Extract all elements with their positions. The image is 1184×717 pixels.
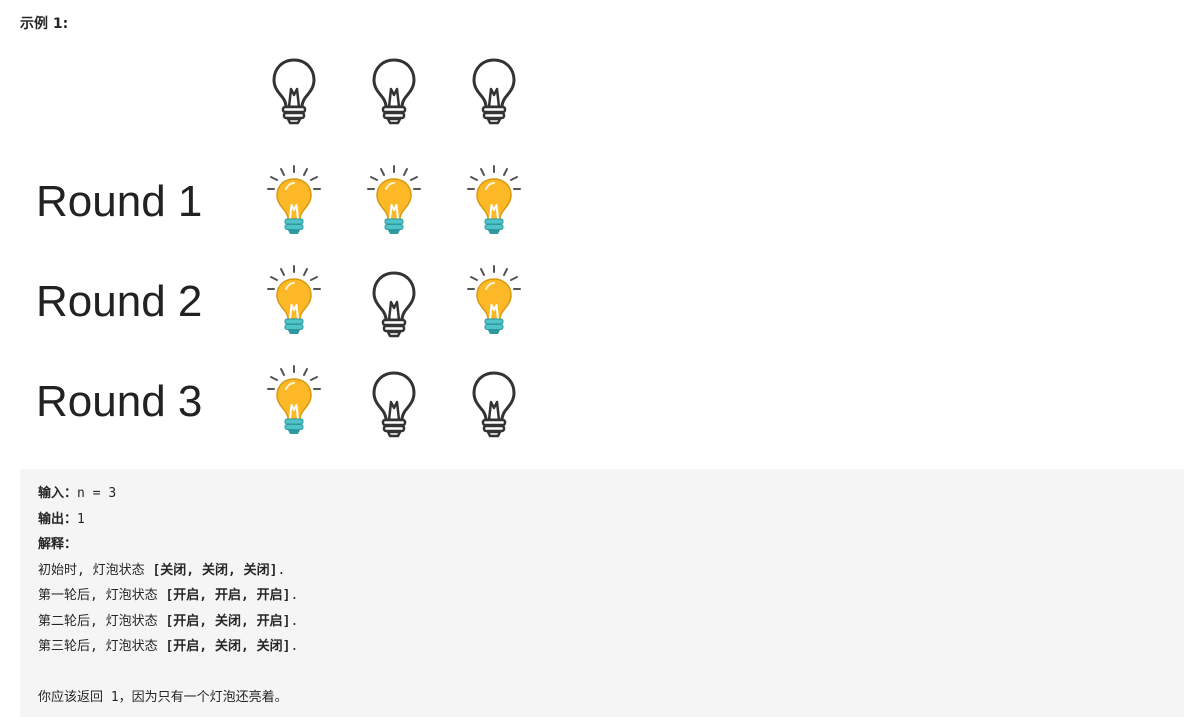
state-line-state: [关闭, 关闭, 关闭] (152, 562, 278, 578)
state-line-suffix: . (290, 613, 299, 629)
state-line-prefix: 第一轮后, 灯泡状态 (38, 588, 166, 603)
state-line-state: [开启, 关闭, 开启] (165, 613, 291, 629)
conclusion-line: 你应该返回 1，因为只有一个灯泡还亮着。 (38, 690, 288, 705)
state-line-0: 初始时, 灯泡状态 [关闭, 关闭, 关闭]. (38, 558, 1166, 584)
lit-bulb-icon (267, 365, 321, 434)
unlit-bulb-icon (266, 52, 322, 128)
unlit-bulb-icon (472, 371, 516, 438)
state-line-state: [开启, 开启, 开启] (165, 588, 291, 603)
unlit-bulb-icon (466, 52, 522, 128)
example-code-block: 输入：n = 3 输出：1 解释： 初始时, 灯泡状态 [关闭, 关闭, 关闭]… (20, 469, 1184, 717)
explain-label: 解释： (38, 537, 78, 552)
round-label: Round 1 (36, 177, 203, 226)
state-line-prefix: 第二轮后, 灯泡状态 (38, 613, 166, 629)
lit-bulb-icon (366, 165, 422, 241)
unlit-bulb-icon (466, 365, 522, 441)
explain-line: 解释： (38, 532, 1166, 558)
unlit-bulb-icon (366, 365, 422, 441)
unlit-bulb-icon (272, 58, 316, 125)
state-line-state: [开启, 关闭, 关闭] (165, 639, 291, 654)
state-line-2: 第二轮后, 灯泡状态 [开启, 关闭, 开启]. (38, 609, 1166, 635)
state-line-1: 第一轮后, 灯泡状态 [开启, 开启, 开启]. (38, 583, 1166, 609)
lit-bulb-icon (266, 165, 322, 241)
unlit-bulb-icon (472, 58, 516, 125)
lit-bulb-icon (467, 165, 521, 234)
state-line-prefix: 初始时, 灯泡状态 (38, 562, 153, 578)
lit-bulb-icon (266, 265, 322, 341)
state-line-suffix: . (277, 562, 286, 578)
state-line-prefix: 第三轮后, 灯泡状态 (38, 639, 166, 654)
output-value: 1 (77, 511, 85, 527)
input-line: 输入：n = 3 (38, 481, 1166, 507)
unlit-bulb-icon (372, 371, 416, 438)
output-label: 输出： (38, 511, 78, 527)
unlit-bulb-icon (372, 271, 416, 338)
lit-bulb-icon (466, 165, 522, 241)
lit-bulb-icon (367, 165, 421, 234)
lit-bulb-icon (266, 365, 322, 441)
state-line-suffix: . (290, 639, 299, 654)
lit-bulb-icon (466, 265, 522, 341)
input-value: n = 3 (77, 486, 117, 501)
unlit-bulb-icon (366, 52, 422, 128)
round-label: Round 3 (36, 377, 203, 426)
lit-bulb-icon (467, 265, 521, 334)
bulb-figure: Round 1 Round 2 Round 3 (0, 0, 560, 460)
input-label: 输入： (38, 486, 78, 501)
state-line-3: 第三轮后, 灯泡状态 [开启, 关闭, 关闭]. (38, 634, 1166, 660)
unlit-bulb-icon (372, 58, 416, 125)
lit-bulb-icon (267, 165, 321, 234)
lit-bulb-icon (267, 265, 321, 334)
round-label: Round 2 (36, 277, 203, 326)
state-line-suffix: . (290, 588, 299, 603)
output-line: 输出：1 (38, 507, 1166, 533)
unlit-bulb-icon (366, 265, 422, 341)
